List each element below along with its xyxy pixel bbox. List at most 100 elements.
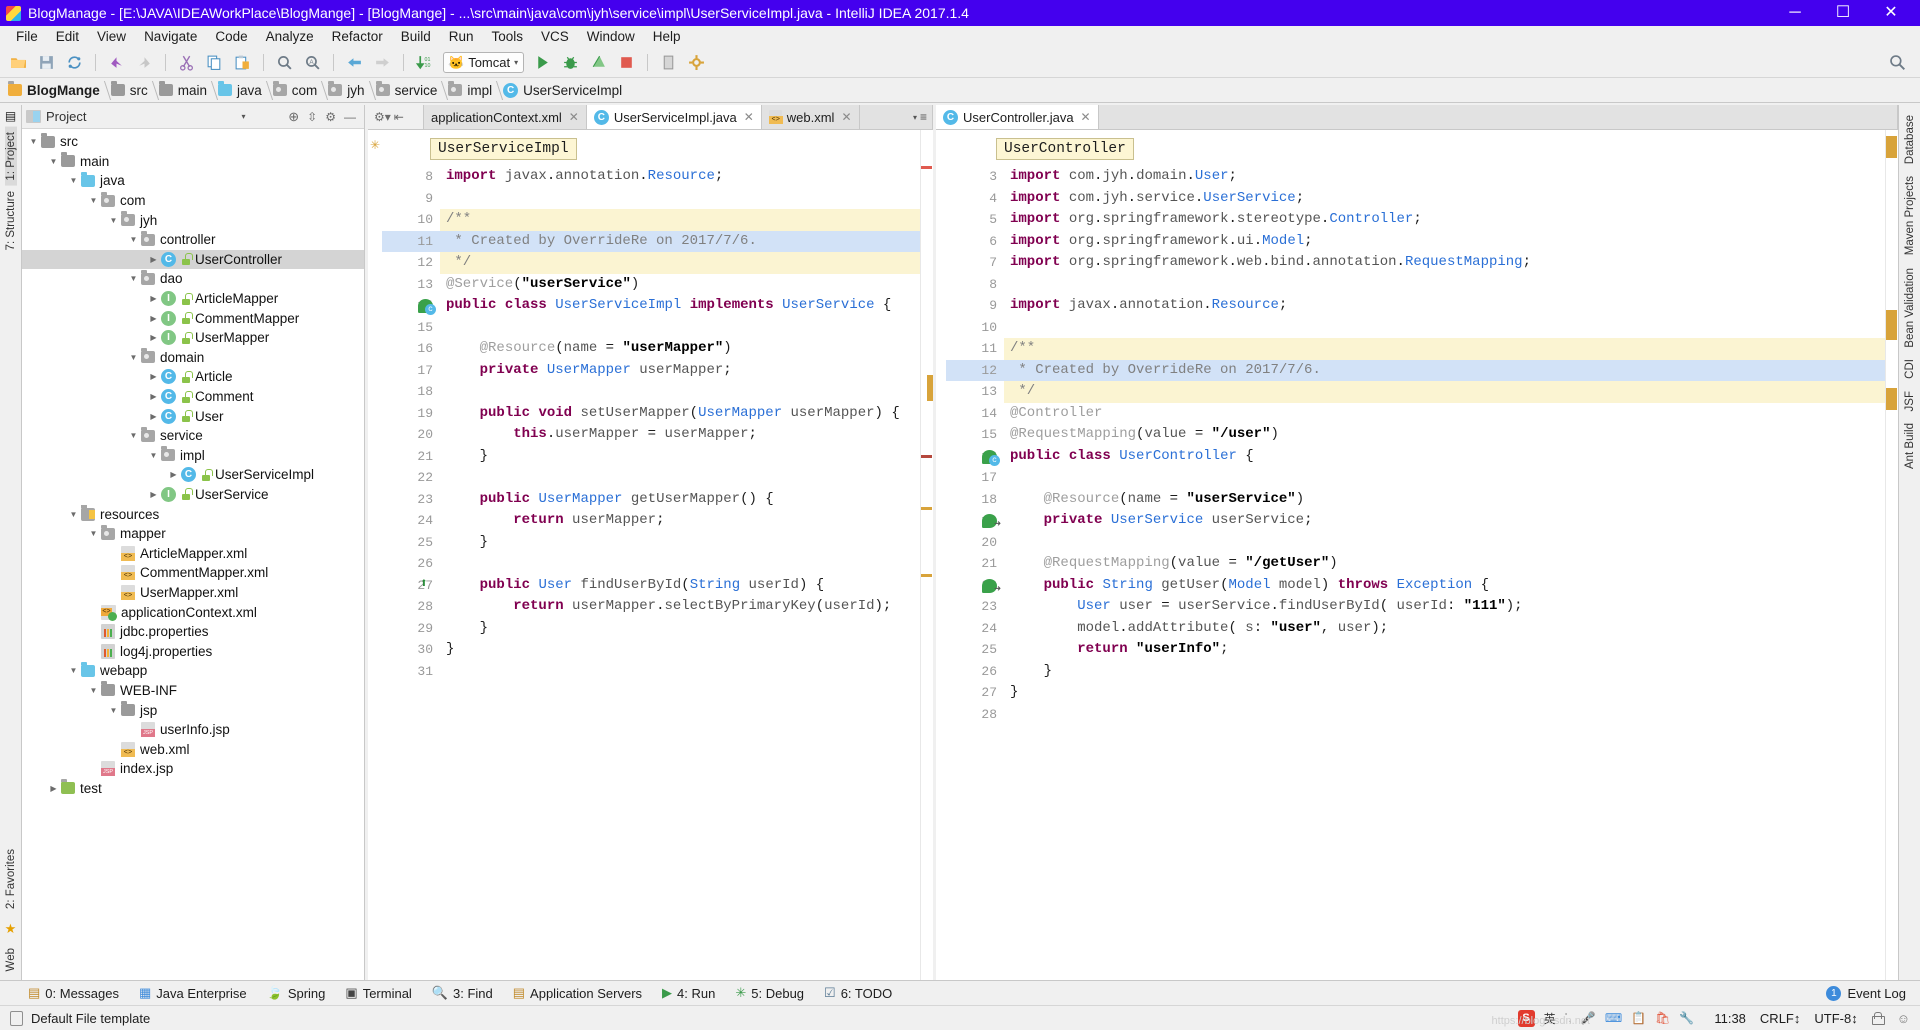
line-number[interactable]: 31 [382,661,433,683]
hide-icon[interactable]: — [344,110,356,124]
code-line[interactable]: } [446,446,933,468]
line-number[interactable]: 11 [382,231,433,253]
tree-item-userserviceimpl[interactable]: ▶ C UserServiceImpl [22,465,364,485]
tree-item-usermapper[interactable]: ▶ I UserMapper [22,328,364,348]
close-icon[interactable]: ✕ [744,110,754,124]
close-icon[interactable]: ✕ [1081,110,1091,124]
tree-item-commentmapper-xml[interactable]: CommentMapper.xml [22,563,364,583]
tab-list-icon[interactable]: ≡ [920,110,927,124]
tool-java-enterprise[interactable]: ▦ Java Enterprise [139,985,247,1001]
code-line[interactable]: model.addAttribute( s: "user", user); [1010,618,1898,640]
chevron-down-icon[interactable]: ▼ [126,349,141,365]
forward-icon[interactable] [370,51,395,75]
save-all-icon[interactable] [34,51,59,75]
rail-item-favorites[interactable]: 2: Favorites [5,844,17,914]
tool-debug[interactable]: ✳ 5: Debug [735,985,804,1001]
line-number[interactable]: 15 [382,317,433,339]
line-number[interactable]: 17 [382,360,433,382]
settings-gear-icon[interactable]: ⚙ [325,110,336,124]
code-line[interactable] [1010,317,1898,339]
chevron-right-icon[interactable]: ▶ [146,408,161,424]
line-number[interactable]: 30 [382,639,433,661]
tree-item-usercontroller[interactable]: ▶ C UserController [22,249,364,270]
chevron-down-icon[interactable]: ▼ [126,232,141,248]
code-editor-right[interactable]: 3456789101112131415161718192021222324252… [936,130,1898,980]
shopping-icon[interactable]: 🛍 [1655,1011,1670,1025]
chevron-down-icon[interactable]: ▼ [126,271,141,287]
tool-terminal[interactable]: ▣ Terminal [345,985,411,1001]
settings-gear-icon[interactable]: ⚙▾ [374,110,391,124]
line-number[interactable]: 9 [382,188,433,210]
tool-run[interactable]: ▶ 4: Run [662,985,715,1001]
code-line[interactable]: import org.springframework.web.bind.anno… [1010,252,1898,274]
run-icon[interactable] [530,51,555,75]
menu-build[interactable]: Build [392,27,440,46]
code-line[interactable]: } [1010,661,1898,683]
window-controls[interactable]: ─ ☐ ✕ [1786,5,1914,21]
warning-marker[interactable] [1886,388,1897,410]
read-only-lock-icon[interactable] [1871,1011,1885,1025]
line-number[interactable]: 12 [382,252,433,274]
chevron-down-icon[interactable]: ▼ [126,428,141,444]
copy-icon[interactable] [202,51,227,75]
line-number[interactable]: 26 [382,553,433,575]
line-number[interactable]: 28 [382,596,433,618]
chevron-right-icon[interactable]: ▶ [146,389,161,405]
breadcrumb-item-jyh[interactable]: jyh [324,78,371,103]
chevron-down-icon[interactable]: ▼ [86,193,101,209]
cut-icon[interactable] [174,51,199,75]
run-configuration-selector[interactable]: 🐱 Tomcat ▾ [443,52,525,73]
tree-item-article[interactable]: ▶ C Article [22,367,364,387]
tools-icon[interactable]: 🔧 [1679,1011,1694,1025]
chevron-down-icon[interactable]: ▼ [66,173,81,189]
tree-item-web-xml[interactable]: web.xml [22,739,364,759]
tree-item-jdbc-properties[interactable]: jdbc.properties [22,622,364,642]
chevron-right-icon[interactable]: ▶ [46,780,61,796]
tool-messages[interactable]: ▤ 0: Messages [28,985,119,1001]
line-number-gutter-right[interactable]: 3456789101112131415161718192021222324252… [946,130,1004,980]
line-number[interactable]: 25 [946,639,997,661]
line-number[interactable]: 12 [946,360,997,382]
chevron-right-icon[interactable]: ▶ [146,291,161,307]
tree-item-jyh[interactable]: ▼ jyh [22,210,364,230]
target-icon[interactable]: ⊕ [288,109,299,125]
spring-bean-gutter-icon[interactable] [982,578,1003,596]
code-line[interactable] [446,661,933,683]
rail-item-ant-build[interactable]: Ant Build [1904,417,1916,475]
line-number[interactable]: 7 [946,252,997,274]
tree-item-commentmapper[interactable]: ▶ I CommentMapper [22,308,364,328]
code-content-left[interactable]: import javax.annotation.Resource; /** * … [440,130,933,980]
code-line[interactable]: import org.springframework.stereotype.Co… [1010,209,1898,231]
code-line[interactable]: public UserMapper getUserMapper() { [446,489,933,511]
code-line[interactable] [446,553,933,575]
line-number[interactable]: 24 [382,510,433,532]
menu-refactor[interactable]: Refactor [323,27,392,46]
line-number[interactable]: 13 [382,274,433,296]
line-number[interactable]: 27 [946,682,997,704]
code-line[interactable]: public class UserController { [1010,446,1898,468]
line-number[interactable]: 22 [382,467,433,489]
tree-item-user[interactable]: ▶ C User [22,406,364,426]
spring-bean-gutter-icon[interactable] [418,299,436,315]
line-number[interactable]: 3 [946,166,997,188]
stop-icon[interactable] [614,51,639,75]
tree-item-main[interactable]: ▼ main [22,152,364,172]
code-line[interactable]: import com.jyh.domain.User; [1010,166,1898,188]
menu-edit[interactable]: Edit [47,27,88,46]
tree-item-domain[interactable]: ▼ domain [22,348,364,368]
spring-bean-gutter-icon[interactable] [982,449,1000,466]
tree-item-com[interactable]: ▼ com [22,191,364,211]
line-number[interactable]: 25 [382,532,433,554]
code-line[interactable]: return "userInfo"; [1010,639,1898,661]
menu-analyze[interactable]: Analyze [257,27,323,46]
chevron-down-icon[interactable]: ▼ [66,663,81,679]
code-line[interactable]: @Resource(name = "userMapper") [446,338,933,360]
marker-ribbon-right[interactable] [1885,130,1898,980]
code-line[interactable]: @Service("userService") [446,274,933,296]
close-icon[interactable]: ✕ [569,110,579,124]
code-line[interactable]: /** [1010,338,1898,360]
tree-item-usermapper-xml[interactable]: UserMapper.xml [22,583,364,603]
breadcrumb-item-src[interactable]: src [107,78,155,103]
marker-ribbon-left[interactable] [920,130,933,980]
tree-item-src[interactable]: ▼ src [22,132,364,152]
